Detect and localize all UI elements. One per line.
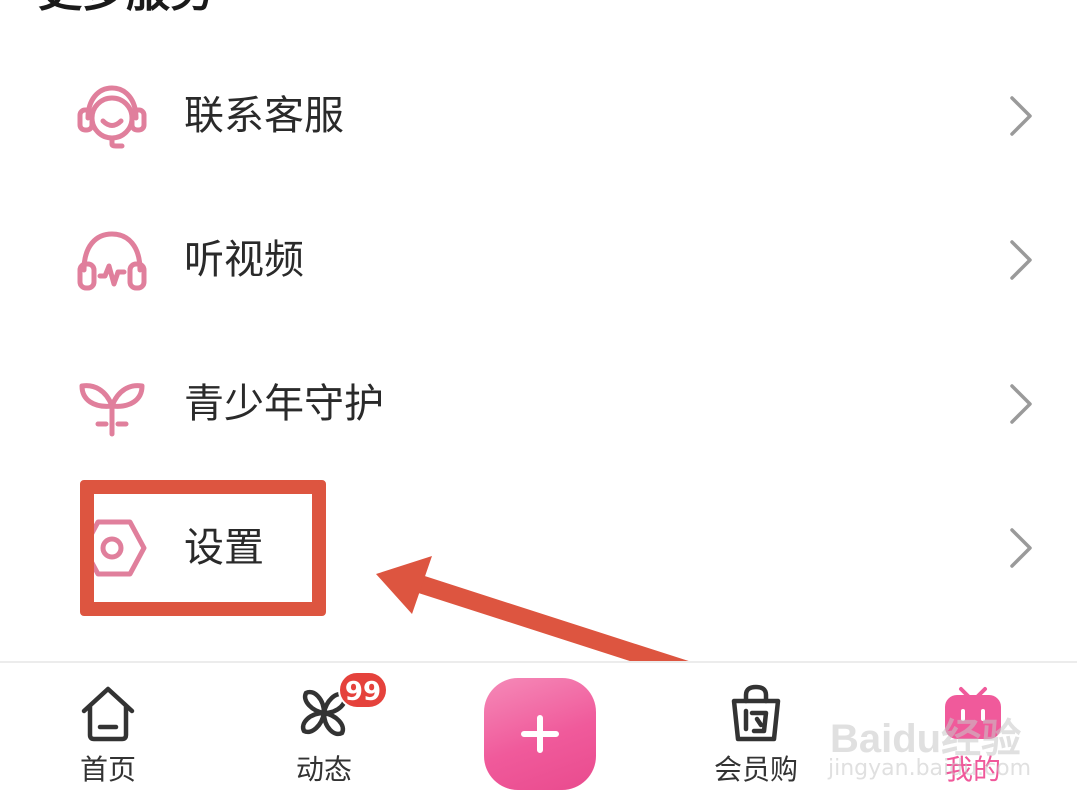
tab-label: 首页	[79, 753, 136, 786]
menu-item-label: 听视频	[184, 237, 304, 283]
tv-mascot-icon	[945, 687, 1001, 739]
menu-item-settings[interactable]: 设置	[0, 488, 1077, 608]
section-title: 更多服务	[38, 0, 214, 14]
menu-item-label: 联系客服	[184, 93, 344, 139]
menu-item-label: 青少年守护	[184, 381, 384, 427]
chevron-right-icon	[1010, 96, 1032, 136]
chevron-right-icon	[1010, 528, 1032, 568]
plus-icon	[521, 715, 559, 753]
headset-service-icon	[77, 85, 147, 149]
settings-page: 更多服务 联系客服 听视频	[0, 0, 1077, 807]
headphones-icon	[77, 231, 147, 291]
settings-hexagon-icon	[81, 519, 147, 577]
chevron-right-icon	[1010, 240, 1032, 280]
publish-button[interactable]	[484, 678, 596, 790]
home-icon	[81, 686, 135, 742]
menu-item-label: 设置	[184, 525, 264, 571]
tab-member-shop[interactable]: 会员购	[676, 663, 836, 807]
menu-item-listen-video[interactable]: 听视频	[0, 200, 1077, 320]
tab-label: 动态	[295, 753, 352, 786]
tab-mine[interactable]: 我的	[893, 663, 1053, 807]
menu-item-teen-protection[interactable]: 青少年守护	[0, 344, 1077, 464]
tab-label: 会员购	[713, 753, 798, 786]
feed-notification-badge: 99	[338, 671, 388, 709]
sprout-icon	[79, 383, 145, 437]
chevron-right-icon	[1010, 384, 1032, 424]
shopping-bag-icon	[731, 684, 781, 742]
tab-label: 我的	[944, 753, 1001, 786]
menu-item-customer-service[interactable]: 联系客服	[0, 56, 1077, 176]
tab-home[interactable]: 首页	[28, 663, 188, 807]
